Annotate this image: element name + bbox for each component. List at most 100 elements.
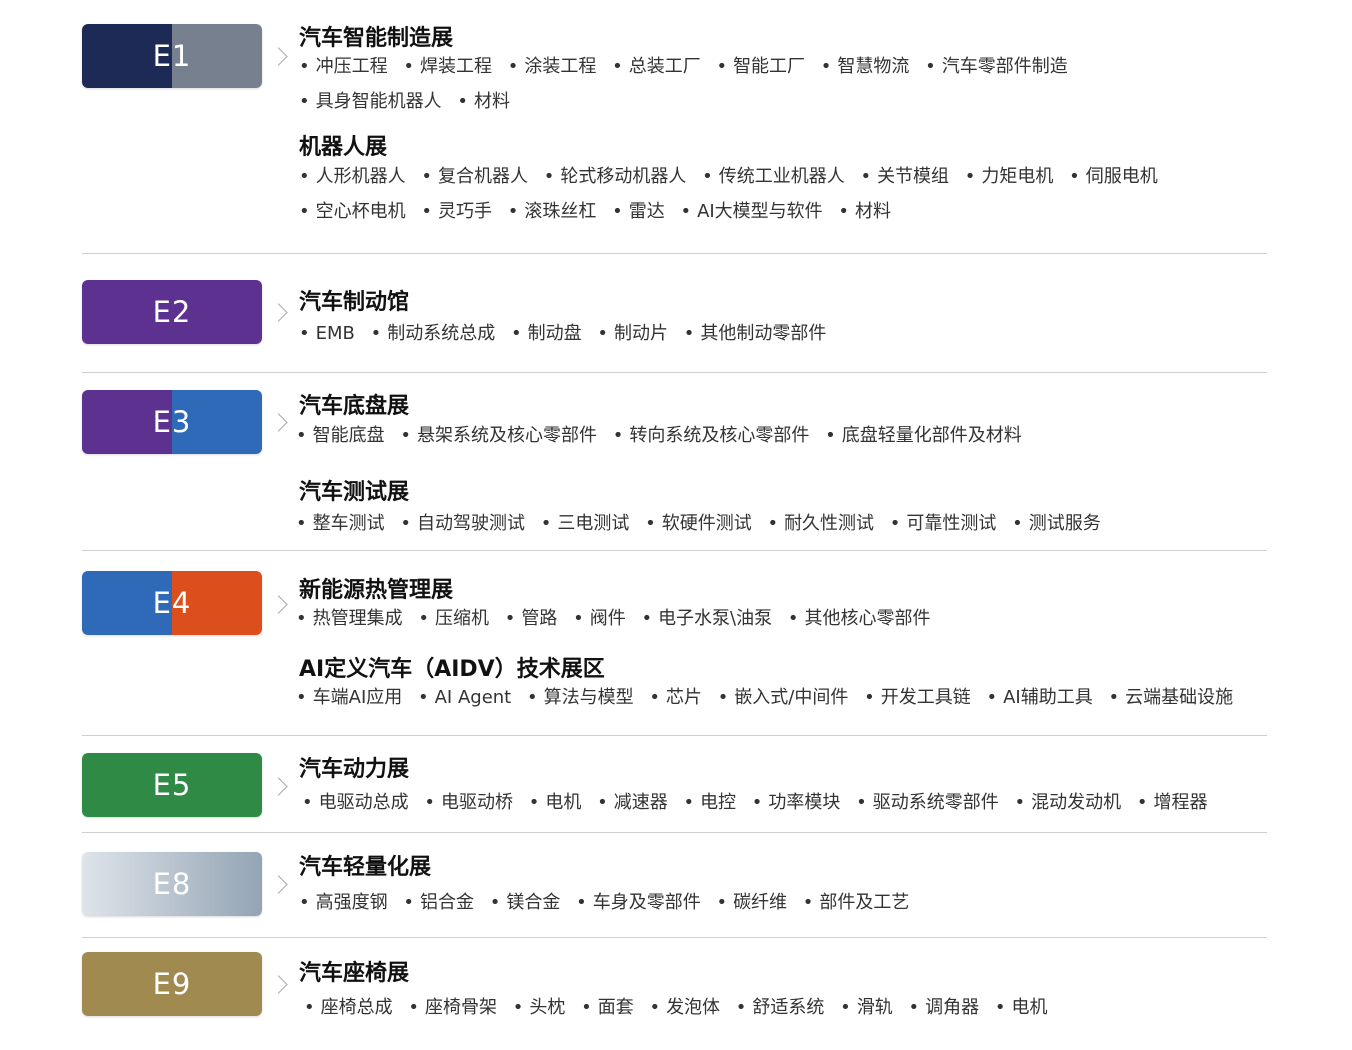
list-item: 力矩电机 xyxy=(965,166,1054,187)
list-item: 铝合金 xyxy=(403,892,474,913)
section-robot: 机器人展 人形机器人 复合机器人 轮式移动机器人 传统工业机器人 关节模组 力矩… xyxy=(299,129,1158,222)
divider xyxy=(82,937,1267,938)
list-item: 汽车零部件制造 xyxy=(925,56,1068,77)
list-item: 智能工厂 xyxy=(716,56,805,77)
list-item: 复合机器人 xyxy=(421,166,528,187)
hall-badge-e9[interactable]: E9 xyxy=(82,952,262,1016)
list-item: 雷达 xyxy=(612,201,665,222)
hall-code: E2 xyxy=(152,295,192,329)
list-item: 舒适系统 xyxy=(736,997,825,1018)
list-item: 冲压工程 xyxy=(299,56,388,77)
chevron-right-icon xyxy=(269,875,288,894)
item-list: 高强度钢 铝合金 镁合金 车身及零部件 碳纤维 部件及工艺 xyxy=(299,888,919,914)
section-title: 汽车底盘展 xyxy=(299,394,410,419)
list-item: 智慧物流 xyxy=(821,56,910,77)
list-item: 转向系统及核心零部件 xyxy=(613,425,810,446)
list-item: 热管理集成 xyxy=(296,608,403,629)
hall-badge-e3[interactable]: E3 xyxy=(82,390,262,454)
list-item: 关节模组 xyxy=(860,166,949,187)
list-item: 部件及工艺 xyxy=(803,892,910,913)
list-item: 滑轨 xyxy=(840,997,893,1018)
section-title: 汽车动力展 xyxy=(299,757,410,782)
list-item: 嵌入式/中间件 xyxy=(718,687,849,708)
list-item: 具身智能机器人 xyxy=(299,91,442,112)
hall-code: E9 xyxy=(152,967,192,1001)
list-item: 管路 xyxy=(505,608,558,629)
chevron-right-icon xyxy=(269,303,288,322)
list-item: 其他制动零部件 xyxy=(684,323,827,344)
section-title: 机器人展 xyxy=(299,135,388,160)
list-item: 高强度钢 xyxy=(299,892,388,913)
item-list: 座椅总成 座椅骨架 头枕 面套 发泡体 舒适系统 滑轨 调角器 电机 xyxy=(304,993,1058,1019)
list-item: 头枕 xyxy=(513,997,566,1018)
list-item: 云端基础设施 xyxy=(1108,687,1233,708)
hall-code: E8 xyxy=(152,867,192,901)
list-item: 车身及零部件 xyxy=(576,892,701,913)
list-item: EMB xyxy=(299,323,355,344)
section-seating: 汽车座椅展 座椅总成 座椅骨架 头枕 面套 发泡体 舒适系统 滑轨 调角器 电机 xyxy=(299,955,1048,1018)
list-item: 车端AI应用 xyxy=(296,687,402,708)
list-item: 伺服电机 xyxy=(1069,166,1158,187)
list-item: 灵巧手 xyxy=(421,201,492,222)
list-item: 调角器 xyxy=(909,997,980,1018)
list-item: AI辅助工具 xyxy=(986,687,1092,708)
list-item: 智能底盘 xyxy=(296,425,385,446)
hall-code: E1 xyxy=(152,39,192,73)
chevron-right-icon xyxy=(269,413,288,432)
hall-badge-e5[interactable]: E5 xyxy=(82,753,262,817)
list-item: 碳纤维 xyxy=(716,892,787,913)
item-list: 智能底盘 悬架系统及核心零部件 转向系统及核心零部件 底盘轻量化部件及材料 xyxy=(296,421,1032,447)
list-item: 制动盘 xyxy=(511,323,582,344)
list-item: 软硬件测试 xyxy=(645,513,752,534)
list-item: 面套 xyxy=(581,997,634,1018)
chevron-right-icon xyxy=(269,47,288,66)
section-lightweight: 汽车轻量化展 高强度钢 铝合金 镁合金 车身及零部件 碳纤维 部件及工艺 xyxy=(299,849,909,913)
section-title: 汽车轻量化展 xyxy=(299,855,432,880)
list-item: 功率模块 xyxy=(752,792,841,813)
section-aidv: AI定义汽车（AIDV）技术展区 车端AI应用 AI Agent 算法与模型 芯… xyxy=(296,651,1233,708)
list-item: 混动发动机 xyxy=(1015,792,1122,813)
list-item: 滚珠丝杠 xyxy=(508,201,597,222)
chevron-right-icon xyxy=(269,595,288,614)
section-title: 汽车座椅展 xyxy=(299,961,410,986)
item-list: EMB 制动系统总成 制动盘 制动片 其他制动零部件 xyxy=(299,319,836,345)
chevron-right-icon xyxy=(269,975,288,994)
list-item: 电机 xyxy=(529,792,582,813)
list-item: 悬架系统及核心零部件 xyxy=(400,425,597,446)
section-testing: 汽车测试展 整车测试 自动驾驶测试 三电测试 软硬件测试 耐久性测试 可靠性测试… xyxy=(296,474,1101,534)
item-list: 电驱动总成 电驱动桥 电机 减速器 电控 功率模块 驱动系统零部件 混动发动机 … xyxy=(302,788,1218,814)
list-item: 轮式移动机器人 xyxy=(544,166,687,187)
list-item: 发泡体 xyxy=(649,997,720,1018)
list-item: 座椅总成 xyxy=(304,997,393,1018)
section-title: AI定义汽车（AIDV）技术展区 xyxy=(299,657,605,682)
list-item: 测试服务 xyxy=(1012,513,1101,534)
list-item: 制动片 xyxy=(597,323,668,344)
list-item: 其他核心零部件 xyxy=(788,608,931,629)
list-item: 材料 xyxy=(457,91,510,112)
list-item: 制动系统总成 xyxy=(371,323,496,344)
hall-badge-e1[interactable]: E1 xyxy=(82,24,262,88)
section-title: 汽车测试展 xyxy=(299,480,410,505)
hall-code: E5 xyxy=(152,768,192,802)
item-list: 冲压工程 焊装工程 涂装工程 总装工厂 智能工厂 智慧物流 汽车零部件制造 xyxy=(299,52,1078,78)
item-list: 空心杯电机 灵巧手 滚珠丝杠 雷达 AI大模型与软件 材料 xyxy=(299,197,901,223)
divider xyxy=(82,372,1267,373)
list-item: 减速器 xyxy=(597,792,668,813)
section-thermal-management: 新能源热管理展 热管理集成 压缩机 管路 阀件 电子水泵\油泵 其他核心零部件 xyxy=(296,572,931,629)
list-item: 涂装工程 xyxy=(508,56,597,77)
hall-code: E3 xyxy=(152,405,192,439)
list-item: 芯片 xyxy=(649,687,702,708)
item-list: 具身智能机器人 材料 xyxy=(299,87,520,113)
chevron-right-icon xyxy=(269,777,288,796)
list-item: 镁合金 xyxy=(490,892,561,913)
hall-badge-e2[interactable]: E2 xyxy=(82,280,262,344)
list-item: 整车测试 xyxy=(296,513,385,534)
hall-badge-e4[interactable]: E4 xyxy=(82,571,262,635)
hall-badge-e8[interactable]: E8 xyxy=(82,852,262,916)
section-title: 新能源热管理展 xyxy=(299,578,454,603)
divider xyxy=(82,735,1267,736)
item-list: 人形机器人 复合机器人 轮式移动机器人 传统工业机器人 关节模组 力矩电机 伺服… xyxy=(299,162,1168,188)
list-item: 电控 xyxy=(683,792,736,813)
list-item: 阀件 xyxy=(573,608,626,629)
section-powertrain: 汽车动力展 电驱动总成 电驱动桥 电机 减速器 电控 功率模块 驱动系统零部件 … xyxy=(299,751,1208,813)
